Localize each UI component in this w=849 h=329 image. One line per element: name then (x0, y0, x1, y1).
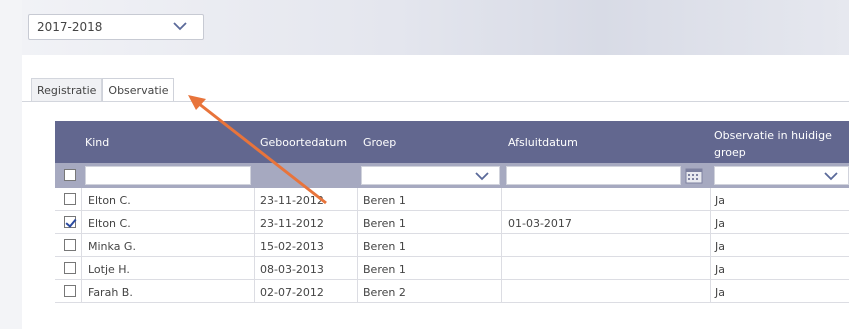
cell-groep: Beren 2 (363, 286, 406, 299)
cell-groep: Beren 1 (363, 240, 406, 253)
column-header-geboortedatum[interactable]: Geboortedatum (260, 136, 347, 149)
cell-geboortedatum: 23-11-2012 (260, 217, 324, 230)
column-header-kind[interactable]: Kind (85, 136, 109, 149)
table-row[interactable]: Lotje H. 08-03-2013 Beren 1 Ja (55, 257, 849, 280)
cell-geboortedatum: 23-11-2012 (260, 194, 324, 207)
cell-groep: Beren 1 (363, 194, 406, 207)
cell-groep: Beren 1 (363, 263, 406, 276)
cell-observatie: Ja (715, 286, 725, 299)
tab-divider (22, 101, 849, 102)
column-header-observatie-line2: groep (714, 146, 746, 159)
filter-kind-input[interactable] (85, 166, 251, 185)
table-row[interactable]: Minka G. 15-02-2013 Beren 1 Ja (55, 234, 849, 257)
column-header-observatie[interactable]: Observatie in huidige groep (714, 127, 832, 161)
select-all-checkbox[interactable] (64, 169, 76, 181)
filter-row (55, 163, 849, 188)
cell-kind: Lotje H. (88, 263, 130, 276)
filter-groep-select[interactable] (361, 166, 500, 185)
row-checkbox[interactable] (64, 193, 76, 205)
row-checkbox[interactable] (64, 239, 76, 251)
children-table: Kind Geboortedatum Groep Afsluitdatum Ob… (55, 121, 849, 303)
table-row[interactable]: Farah B. 02-07-2012 Beren 2 Ja (55, 280, 849, 303)
tab-bar: Registratie Observatie (31, 78, 175, 102)
cell-observatie: Ja (715, 194, 725, 207)
cell-observatie: Ja (715, 240, 725, 253)
cell-afsluitdatum: 01-03-2017 (508, 217, 572, 230)
tab-observatie[interactable]: Observatie (102, 78, 175, 102)
chevron-down-icon (173, 22, 187, 31)
calendar-icon[interactable] (685, 167, 703, 184)
tab-registratie[interactable]: Registratie (31, 78, 103, 102)
tab-observatie-label: Observatie (108, 84, 169, 97)
table-header: Kind Geboortedatum Groep Afsluitdatum Ob… (55, 121, 849, 163)
filter-observatie-select[interactable] (714, 166, 849, 185)
cell-kind: Elton C. (88, 194, 131, 207)
row-checkbox[interactable] (64, 285, 76, 297)
column-header-afsluitdatum[interactable]: Afsluitdatum (508, 136, 578, 149)
column-header-groep[interactable]: Groep (363, 136, 396, 149)
chevron-down-icon (475, 172, 489, 181)
table-row[interactable]: Elton C. 23-11-2012 Beren 1 01-03-2017 Ja (55, 211, 849, 234)
cell-groep: Beren 1 (363, 217, 406, 230)
row-checkbox[interactable] (64, 262, 76, 274)
tab-registratie-label: Registratie (37, 84, 97, 97)
cell-observatie: Ja (715, 263, 725, 276)
table-body: Elton C. 23-11-2012 Beren 1 Ja Elton C. 23-11… (55, 188, 849, 303)
cell-observatie: Ja (715, 217, 725, 230)
column-header-observatie-line1: Observatie in huidige (714, 129, 832, 142)
cell-geboortedatum: 02-07-2012 (260, 286, 324, 299)
cell-geboortedatum: 15-02-2013 (260, 240, 324, 253)
cell-kind: Minka G. (88, 240, 136, 253)
filter-afsluitdatum-input[interactable] (506, 166, 681, 185)
table-row[interactable]: Elton C. 23-11-2012 Beren 1 Ja (55, 188, 849, 211)
school-year-select[interactable]: 2017-2018 (28, 14, 204, 40)
row-checkbox[interactable] (64, 216, 76, 228)
cell-kind: Elton C. (88, 217, 131, 230)
school-year-value: 2017-2018 (37, 20, 103, 34)
cell-kind: Farah B. (88, 286, 133, 299)
chevron-down-icon (824, 172, 838, 181)
cell-geboortedatum: 08-03-2013 (260, 263, 324, 276)
